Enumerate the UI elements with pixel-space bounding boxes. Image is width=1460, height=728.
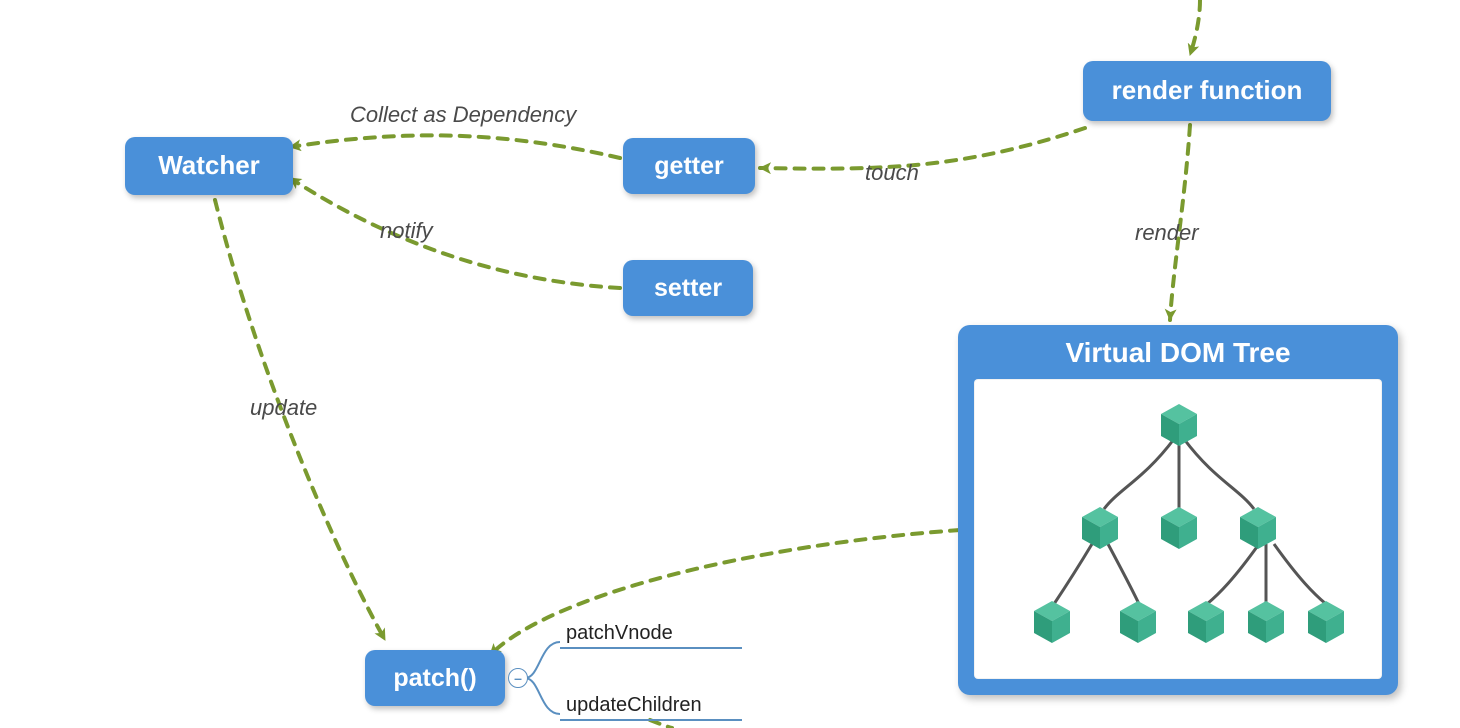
arrow-patch-below-stub <box>650 720 672 728</box>
mindmap-branch-patchvnode: patchVnode <box>560 622 742 649</box>
edge-label-touch: touch <box>865 160 919 186</box>
mindmap-collapse-toggle[interactable]: – <box>508 668 528 688</box>
arrow-entry-to-render-function <box>1190 0 1200 55</box>
tree-illustration <box>974 379 1382 679</box>
arrow-render-to-getter <box>760 128 1085 169</box>
edge-label-notify: notify <box>380 218 433 244</box>
arrow-setter-to-watcher <box>290 178 620 288</box>
node-watcher: Watcher <box>125 137 293 195</box>
edge-label-render: render <box>1135 220 1199 246</box>
tree-cubes <box>1034 404 1344 643</box>
panel-virtual-dom-tree-body <box>974 379 1382 679</box>
panel-virtual-dom-tree-title: Virtual DOM Tree <box>1065 337 1290 369</box>
node-patch-label: patch() <box>393 663 476 693</box>
arrow-getter-to-watcher <box>290 135 620 158</box>
node-render-function-label: render function <box>1112 75 1303 106</box>
mindmap-branch-patchvnode-label: patchVnode <box>560 622 742 649</box>
node-setter-label: setter <box>654 273 722 303</box>
mindmap-toggle-symbol: – <box>514 671 522 685</box>
node-patch: patch() <box>365 650 505 706</box>
node-watcher-label: Watcher <box>158 150 260 181</box>
edge-label-update: update <box>250 395 317 421</box>
mindmap-branch-updatechildren: updateChildren <box>560 694 742 721</box>
node-setter: setter <box>623 260 753 316</box>
node-render-function: render function <box>1083 61 1331 121</box>
node-getter-label: getter <box>654 151 723 181</box>
mindmap-branch-updatechildren-label: updateChildren <box>560 694 742 721</box>
node-getter: getter <box>623 138 755 194</box>
edge-label-collect: Collect as Dependency <box>350 102 576 128</box>
panel-virtual-dom-tree: Virtual DOM Tree <box>958 325 1398 695</box>
